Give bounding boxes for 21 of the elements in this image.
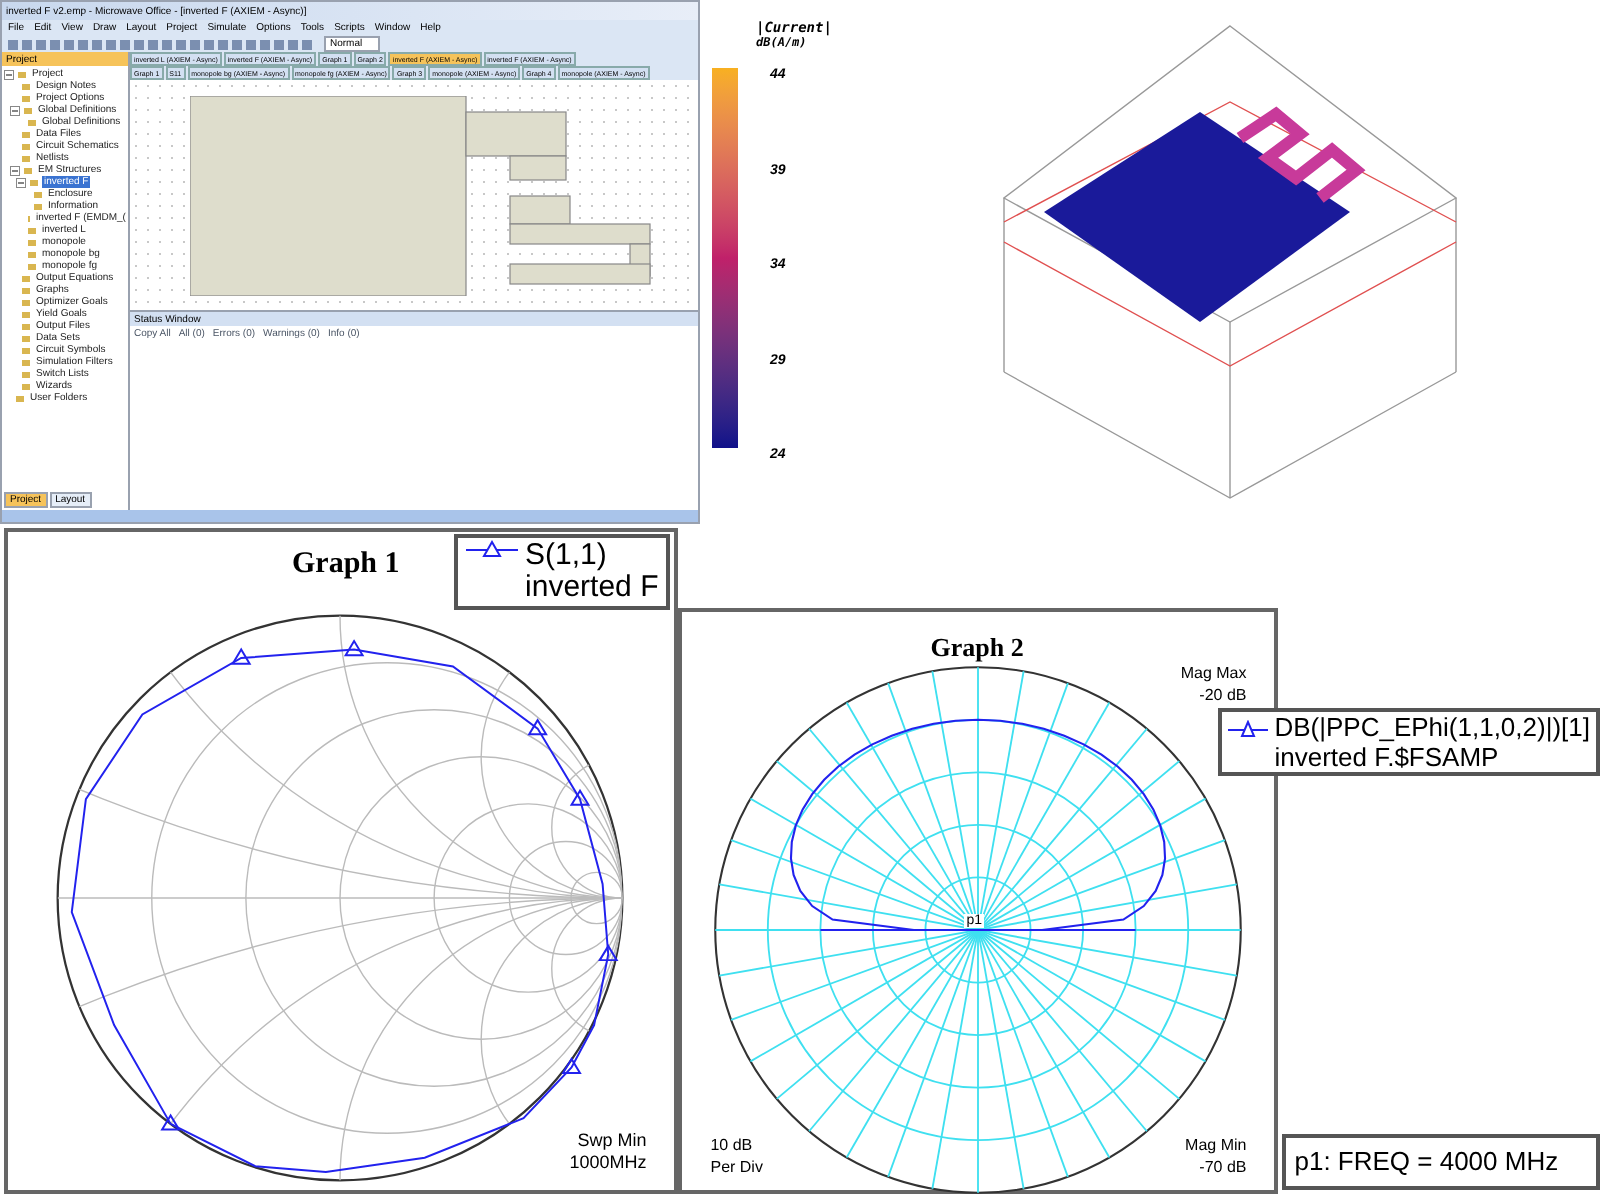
trace-source: inverted F [525, 572, 659, 604]
collapse-toggle-icon[interactable] [10, 165, 20, 175]
collapse-toggle-icon[interactable] [16, 177, 26, 187]
trace-name: S(1,1) [525, 540, 609, 572]
collapse-toggle-icon[interactable] [10, 105, 20, 115]
trace-legend-icon [465, 540, 518, 560]
division-label: Per Div [710, 1156, 763, 1178]
mag-min-value: -70 dB [1199, 1156, 1247, 1178]
mag-max-value: -20 dB [1199, 684, 1247, 706]
division-value: 10 dB [710, 1134, 755, 1156]
sweep-label: Swp Min [577, 1130, 647, 1152]
trace-source: inverted F.$FSAMP [1274, 742, 1501, 772]
mag-min-label: Mag Min [1185, 1134, 1247, 1156]
collapse-toggle-icon[interactable] [4, 69, 14, 79]
marker-readout-text: p1: FREQ = 4000 MHz [1294, 1146, 1559, 1176]
trace-legend-icon [1228, 720, 1269, 740]
mag-max-label: Mag Max [1180, 662, 1247, 684]
trace-name: DB(|PPC_EPhi(1,1,0,2)|)[1] [1274, 712, 1590, 742]
sweep-value: 1000MHz [569, 1152, 647, 1174]
graph-title: Graph 1 [288, 548, 404, 580]
graph-title: Graph 2 [930, 632, 1024, 662]
